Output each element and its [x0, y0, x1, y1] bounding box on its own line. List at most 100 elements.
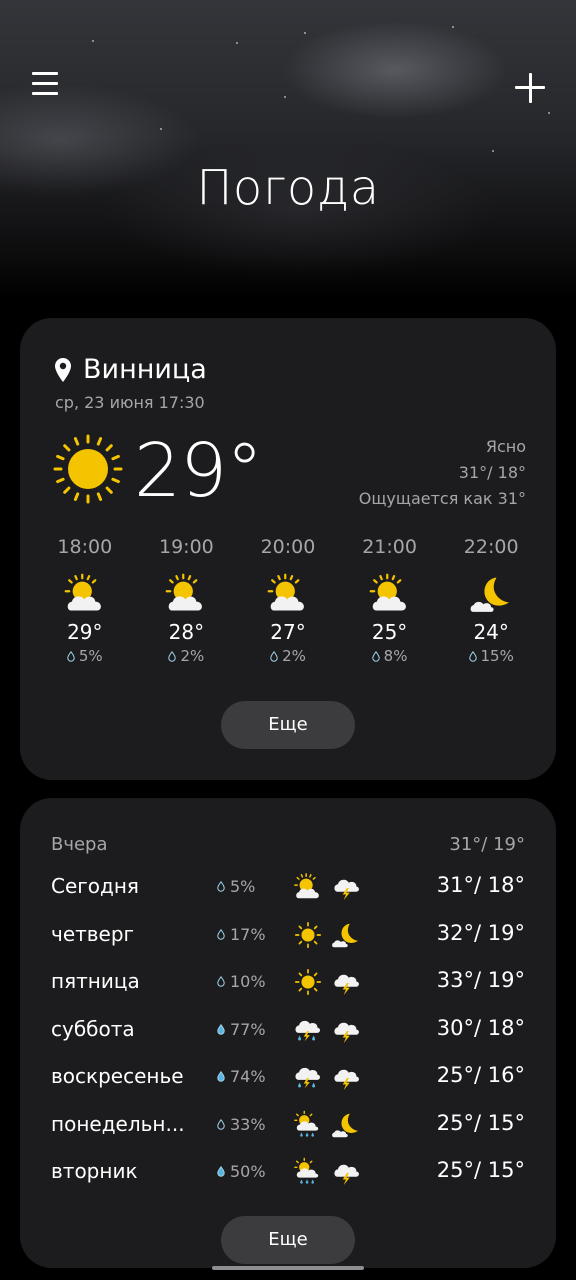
updated-datetime: ср, 23 июня 17:30 [55, 393, 205, 412]
hour-precip: 8% [339, 647, 441, 665]
hour-precip: 2% [237, 647, 339, 665]
day-temps: 25°/ 16° [436, 1063, 525, 1087]
rain-storm-icon [295, 1067, 321, 1089]
hourly-forecast[interactable]: 18:00 29° 5% 19:00 28° 2% 20:00 27° 2% 21:00 25° 8%… [34, 536, 542, 665]
hamburger-icon [32, 72, 58, 75]
precip-value: 2% [180, 647, 205, 665]
current-temperature: 29° [134, 428, 263, 514]
hour-time: 20:00 [260, 536, 316, 558]
sun-icon [294, 968, 322, 996]
hourly-item: 21:00 25° 8% [339, 536, 441, 665]
raindrop-icon [217, 1023, 225, 1035]
day-temps: 33°/ 19° [436, 968, 525, 992]
raindrop-icon [217, 1118, 225, 1130]
storm-icon [334, 1069, 359, 1091]
hour-temp: 27° [270, 620, 306, 644]
sun-rain-icon [294, 1157, 319, 1184]
hour-time: 22:00 [463, 536, 519, 558]
precip-value: 50% [230, 1162, 266, 1181]
day-name: суббота [51, 1016, 135, 1041]
daily-row[interactable]: пятница 10% 33°/ 19° [51, 965, 525, 1001]
day-name: вторник [51, 1159, 138, 1183]
precip-value: 77% [230, 1019, 266, 1039]
day-name: воскресенье [51, 1064, 184, 1088]
day-precip: 10% [217, 972, 266, 991]
daily-row[interactable]: вторник 50% 25°/ 15° [51, 1155, 525, 1191]
sun-icon [53, 434, 123, 504]
precip-value: 5% [230, 877, 256, 896]
moon-cloud-icon [332, 923, 359, 947]
yesterday-temps: 31°/ 19° [449, 834, 525, 855]
hour-time: 19:00 [159, 536, 214, 558]
precip-value: 33% [230, 1114, 266, 1134]
rain-storm-icon [295, 1020, 321, 1041]
hourly-item: 22:00 24° 15% [440, 536, 542, 665]
day-temps: 25°/ 15° [436, 1110, 525, 1135]
day-temps: 31°/ 18° [436, 873, 525, 897]
day-temps: 30°/ 18° [436, 1015, 525, 1040]
day-name: Сегодня [51, 874, 139, 898]
raindrop-icon [217, 1071, 225, 1082]
home-indicator[interactable] [212, 1266, 364, 1270]
daily-row[interactable]: понедельн... 33% 25°/ 15° [51, 1108, 525, 1144]
day-temps: 25°/ 15° [436, 1158, 525, 1182]
yesterday-label: Вчера [51, 834, 108, 855]
day-precip: 77% [217, 1020, 266, 1039]
day-precip: 74% [217, 1067, 266, 1086]
raindrop-icon [67, 650, 75, 662]
day-temps: 32°/ 19° [436, 920, 525, 945]
location-row: Винница [54, 354, 207, 385]
day-name: пятница [51, 969, 140, 993]
precip-value: 74% [230, 1067, 266, 1086]
hour-precip: 5% [34, 647, 136, 665]
sun-cloud-icon [64, 573, 101, 611]
precip-value: 17% [230, 924, 266, 944]
location-pin-icon [55, 357, 71, 382]
storm-icon [334, 1164, 359, 1186]
feels-like: Ощущается как 31° [358, 489, 526, 508]
header-background [0, 0, 576, 300]
sun-icon [294, 921, 322, 948]
hourly-item: 20:00 27° 2% [237, 536, 339, 665]
sun-rain-icon [294, 1110, 319, 1137]
day-precip: 17% [217, 925, 266, 944]
hour-time: 21:00 [362, 536, 417, 558]
moon-cloud-icon [332, 1113, 359, 1137]
raindrop-icon [217, 881, 225, 892]
more-daily-button[interactable]: Еще [221, 1216, 355, 1264]
raindrop-icon [468, 650, 477, 662]
daily-row[interactable]: воскресенье 74% 25°/ 16° [51, 1060, 525, 1096]
day-name: понедельн... [51, 1111, 185, 1136]
city-name: Винница [83, 354, 207, 385]
precip-value: 5% [78, 647, 103, 665]
daily-row[interactable]: Сегодня 5% 31°/ 18° [51, 870, 525, 906]
hour-precip: 2% [136, 647, 238, 665]
sun-cloud-icon [369, 573, 406, 611]
raindrop-icon [217, 928, 225, 940]
sun-cloud-icon [267, 573, 304, 611]
add-location-button[interactable] [512, 70, 548, 106]
hour-temp: 28° [168, 620, 205, 644]
hourly-item: 18:00 29° 5% [34, 536, 136, 665]
more-hourly-button[interactable]: Еще [221, 701, 355, 749]
sun-cloud-icon [294, 873, 319, 899]
day-precip: 50% [217, 1162, 266, 1181]
page-title: Погода [196, 160, 380, 216]
storm-icon [334, 974, 359, 996]
menu-button[interactable] [30, 72, 60, 102]
hour-temp: 24° [473, 620, 509, 644]
daily-row[interactable]: суббота 77% 30°/ 18° [51, 1013, 525, 1049]
hour-time: 18:00 [57, 536, 113, 558]
raindrop-icon [168, 650, 177, 662]
raindrop-icon [270, 650, 278, 662]
condition-text: Ясно [485, 437, 526, 456]
daily-forecast-card[interactable]: Вчера 31°/ 19° Сегодня 5% 31°/ 18° четверг 1… [20, 798, 556, 1268]
hourly-item: 19:00 28° 2% [136, 536, 238, 665]
daily-row[interactable]: четверг 17% 32°/ 19° [51, 918, 525, 954]
raindrop-icon [217, 976, 225, 987]
current-weather-card[interactable]: Винница ср, 23 июня 17:30 29° Ясно 31°/ … [20, 318, 556, 780]
hour-temp: 29° [67, 620, 103, 644]
raindrop-icon [217, 1166, 225, 1177]
precip-value: 8% [383, 647, 408, 665]
storm-icon [334, 879, 359, 901]
